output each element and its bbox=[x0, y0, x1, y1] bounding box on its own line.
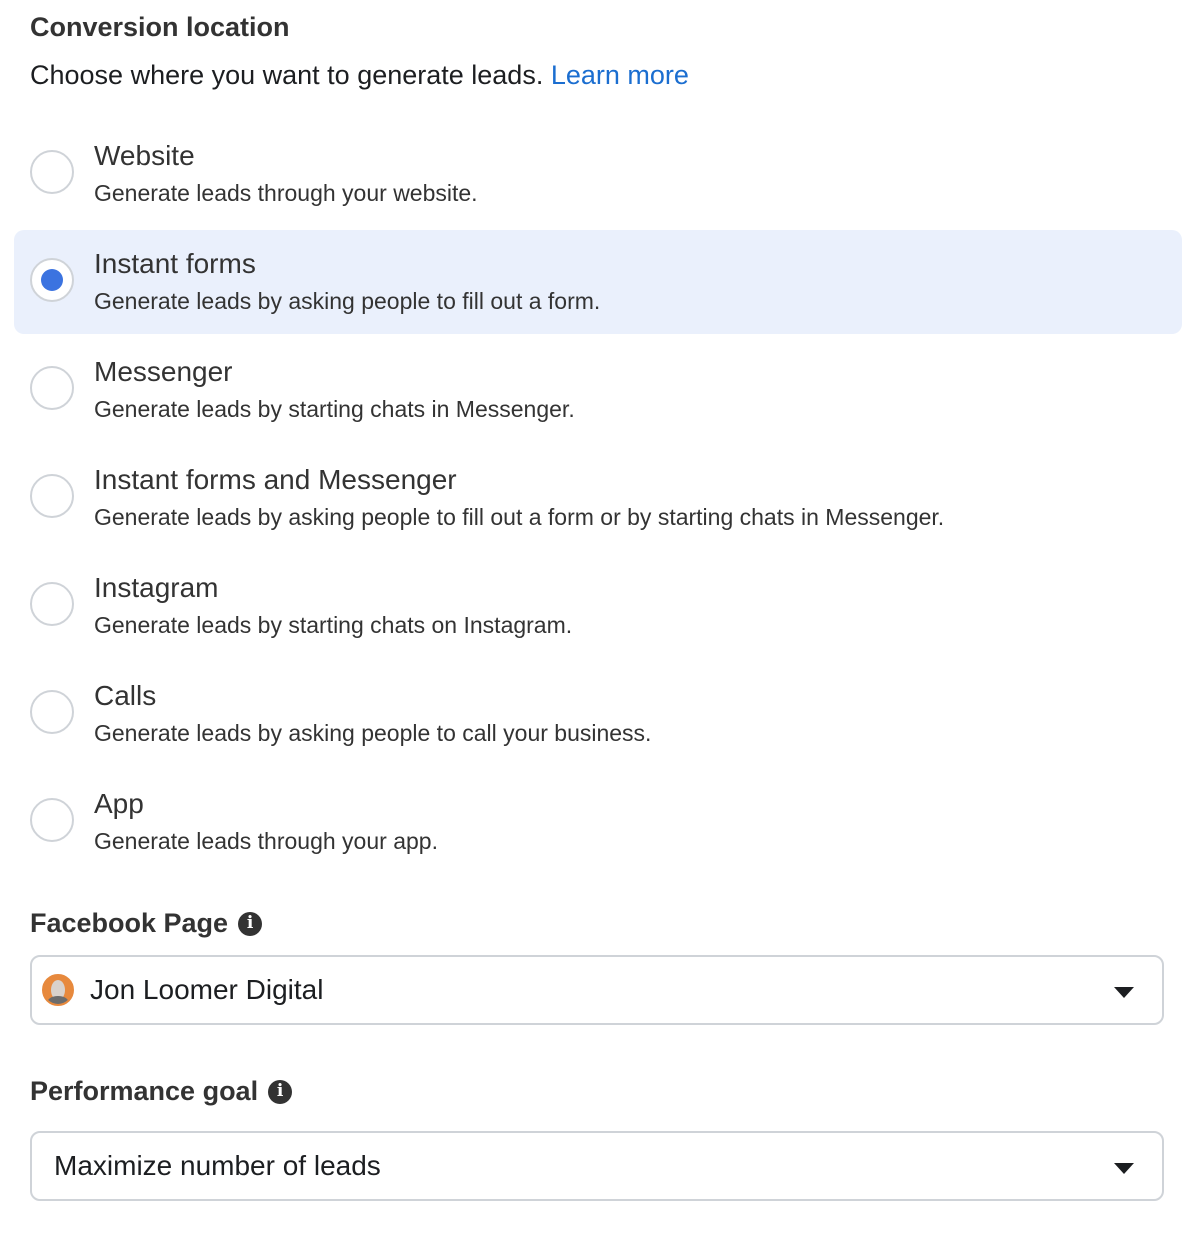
option-title: Instagram bbox=[94, 572, 219, 603]
conversion-location-title-text: Conversion location bbox=[30, 12, 290, 42]
facebook-page-select[interactable]: Jon Loomer Digital bbox=[30, 955, 1164, 1025]
conversion-location-title: Conversion location bbox=[30, 12, 290, 43]
radio-instant-forms[interactable] bbox=[30, 258, 74, 302]
info-icon[interactable]: i bbox=[268, 1079, 293, 1104]
caret-down-icon[interactable] bbox=[1114, 987, 1134, 998]
option-app[interactable]: App Generate leads through your app. bbox=[14, 770, 1182, 874]
option-messenger[interactable]: Messenger Generate leads by starting cha… bbox=[14, 338, 1182, 442]
option-description: Generate leads by starting chats on Inst… bbox=[94, 612, 573, 638]
option-title: Instant forms and Messenger bbox=[94, 464, 457, 495]
option-title: App bbox=[94, 788, 144, 819]
option-instant-forms[interactable]: Instant forms Generate leads by asking p… bbox=[14, 230, 1182, 334]
learn-more-link[interactable]: Learn more bbox=[551, 60, 689, 90]
option-title: Website bbox=[94, 140, 195, 171]
option-description: Generate leads by asking people to call … bbox=[94, 720, 652, 746]
subtitle-text: Choose where you want to generate leads. bbox=[30, 60, 544, 90]
option-description: Generate leads through your app. bbox=[94, 828, 438, 854]
facebook-page-label: Facebook Page i bbox=[30, 908, 263, 939]
info-icon[interactable]: i bbox=[238, 911, 263, 936]
option-title: Calls bbox=[94, 680, 157, 711]
performance-goal-label: Performance goal i bbox=[30, 1076, 293, 1107]
facebook-page-value: Jon Loomer Digital bbox=[90, 974, 324, 1005]
option-calls[interactable]: Calls Generate leads by asking people to… bbox=[14, 662, 1182, 766]
radio-instant-forms-and-messenger[interactable] bbox=[30, 474, 74, 518]
performance-goal-value: Maximize number of leads bbox=[54, 1150, 381, 1181]
radio-messenger[interactable] bbox=[30, 366, 74, 410]
option-title: Messenger bbox=[94, 356, 233, 387]
option-instant-forms-and-messenger[interactable]: Instant forms and Messenger Generate lea… bbox=[14, 446, 1182, 550]
performance-goal-label-text: Performance goal bbox=[30, 1076, 259, 1106]
option-website[interactable]: Website Generate leads through your webs… bbox=[14, 122, 1182, 226]
option-instagram[interactable]: Instagram Generate leads by starting cha… bbox=[14, 554, 1182, 658]
radio-app[interactable] bbox=[30, 798, 74, 842]
radio-website[interactable] bbox=[30, 150, 74, 194]
option-description: Generate leads by asking people to fill … bbox=[94, 504, 945, 530]
conversion-location-subtitle: Choose where you want to generate leads.… bbox=[30, 60, 689, 91]
radio-calls[interactable] bbox=[30, 690, 74, 734]
page-avatar bbox=[42, 974, 74, 1006]
radio-selected-dot bbox=[41, 269, 63, 291]
radio-instagram[interactable] bbox=[30, 582, 74, 626]
caret-down-icon[interactable] bbox=[1114, 1163, 1134, 1174]
option-description: Generate leads by asking people to fill … bbox=[94, 288, 601, 314]
conversion-location-options: Website Generate leads through your webs… bbox=[14, 122, 1182, 878]
option-title: Instant forms bbox=[94, 248, 256, 279]
facebook-page-label-text: Facebook Page bbox=[30, 908, 229, 938]
option-description: Generate leads by starting chats in Mess… bbox=[94, 396, 575, 422]
performance-goal-select[interactable]: Maximize number of leads bbox=[30, 1131, 1164, 1201]
option-description: Generate leads through your website. bbox=[94, 180, 478, 206]
